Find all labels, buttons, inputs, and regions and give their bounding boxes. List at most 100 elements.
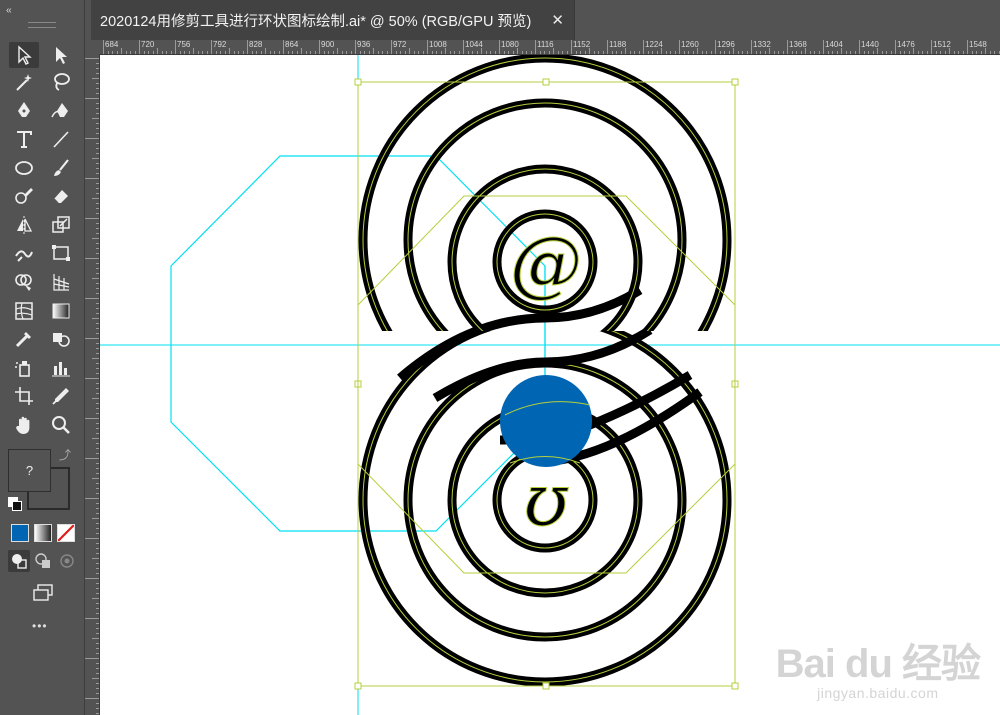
ruler-tick bbox=[96, 168, 99, 169]
ruler-minor-tick bbox=[976, 51, 977, 54]
ruler-minor-tick bbox=[602, 51, 604, 54]
ruler-tick bbox=[96, 273, 99, 274]
ruler-tick bbox=[85, 58, 99, 59]
ruler-tick bbox=[96, 413, 99, 414]
ruler-tick bbox=[85, 218, 99, 219]
symbol-sprayer-tool[interactable] bbox=[9, 355, 39, 381]
warp-tool[interactable] bbox=[9, 240, 39, 266]
resize-handle[interactable] bbox=[542, 682, 550, 690]
document-tab[interactable]: 2020124用修剪工具进行环状图标绘制.ai* @ 50% (RGB/GPU … bbox=[91, 0, 575, 40]
artwork: @ ʊ bbox=[100, 55, 1000, 715]
tools-panel: ‹‹ ? ⤴ ••• bbox=[0, 0, 85, 715]
ruler-major-tick bbox=[859, 40, 860, 54]
ruler-minor-tick bbox=[980, 51, 982, 54]
ruler-minor-tick bbox=[215, 51, 217, 54]
ruler-minor-tick bbox=[881, 51, 883, 54]
collapse-panel-button[interactable]: ‹‹ bbox=[6, 5, 12, 16]
ruler-minor-tick bbox=[944, 51, 946, 54]
draw-inside-button[interactable] bbox=[56, 550, 78, 572]
blue-circle[interactable] bbox=[500, 375, 592, 467]
draw-normal-button[interactable] bbox=[8, 550, 30, 572]
ruler-tick bbox=[96, 68, 99, 69]
artboard-tool[interactable] bbox=[9, 383, 39, 409]
edit-toolbar-button[interactable]: ••• bbox=[32, 619, 48, 633]
ruler-major-tick bbox=[895, 40, 896, 54]
hand-tool[interactable] bbox=[9, 412, 39, 438]
change-screen-mode-button[interactable] bbox=[28, 580, 58, 606]
resize-handle[interactable] bbox=[542, 78, 550, 86]
ruler-minor-tick bbox=[508, 51, 509, 54]
pen-tool[interactable] bbox=[9, 97, 39, 123]
eraser-tool[interactable] bbox=[46, 183, 76, 209]
ruler-tick bbox=[96, 403, 99, 404]
ruler-minor-tick bbox=[922, 51, 923, 54]
resize-handle[interactable] bbox=[354, 682, 362, 690]
ruler-minor-tick bbox=[746, 51, 748, 54]
resize-handle[interactable] bbox=[731, 682, 739, 690]
ruler-minor-tick bbox=[233, 51, 235, 54]
ruler-tick bbox=[96, 313, 99, 314]
symbol-sprayer-icon bbox=[15, 361, 30, 377]
shaper-tool[interactable] bbox=[9, 183, 39, 209]
ruler-tick bbox=[85, 338, 99, 339]
zoom-tool[interactable] bbox=[46, 412, 76, 438]
curvature-tool[interactable] bbox=[46, 97, 76, 123]
perspective-grid-tool[interactable] bbox=[46, 269, 76, 295]
pen-nib-icon bbox=[18, 102, 30, 117]
draw-behind-button[interactable] bbox=[32, 550, 54, 572]
type-tool[interactable] bbox=[9, 126, 39, 152]
ruler-minor-tick bbox=[629, 51, 631, 54]
ruler-tick bbox=[92, 678, 99, 679]
shape-builder-tool[interactable] bbox=[9, 269, 39, 295]
eyedropper-tool[interactable] bbox=[9, 326, 39, 352]
ruler-tick bbox=[96, 463, 99, 464]
top-glyph[interactable]: @ bbox=[510, 221, 583, 306]
ruler-tick bbox=[96, 323, 99, 324]
mesh-tool[interactable] bbox=[9, 298, 39, 324]
ruler-minor-tick bbox=[647, 51, 649, 54]
ruler-minor-tick bbox=[134, 51, 136, 54]
direct-selection-tool[interactable] bbox=[46, 42, 76, 68]
selection-tool[interactable] bbox=[9, 42, 39, 68]
baidu-watermark: Bai du 经验 jingyan.baidu.com bbox=[776, 631, 981, 701]
none-mode-button[interactable] bbox=[57, 524, 75, 542]
close-document-button[interactable]: ✕ bbox=[551, 11, 564, 29]
column-graph-tool[interactable] bbox=[46, 355, 76, 381]
ruler-tick bbox=[96, 353, 99, 354]
horizontal-ruler[interactable]: 684 720 756 792 828 864 900 936 972 1008 1044 1080 1… bbox=[85, 40, 1000, 55]
gradient-tool[interactable] bbox=[46, 298, 76, 324]
ellipse-tool[interactable] bbox=[9, 155, 39, 181]
magic-wand-tool[interactable] bbox=[9, 69, 39, 95]
paintbrush-tool[interactable] bbox=[46, 155, 76, 181]
reflect-tool[interactable] bbox=[9, 212, 39, 238]
free-transform-tool[interactable] bbox=[46, 240, 76, 266]
blend-tool[interactable] bbox=[46, 326, 76, 352]
artboard-canvas[interactable]: @ ʊ Bai du 经验 jingyan.baidu.com bbox=[100, 55, 1000, 715]
vertical-ruler[interactable] bbox=[85, 54, 100, 715]
fill-swatch[interactable]: ? bbox=[8, 449, 51, 492]
ruler-tick bbox=[96, 183, 99, 184]
resize-handle[interactable] bbox=[354, 78, 362, 86]
bottom-glyph[interactable]: ʊ bbox=[523, 458, 569, 543]
lasso-tool[interactable] bbox=[46, 69, 76, 95]
scale-tool[interactable] bbox=[46, 212, 76, 238]
ruler-label: 900 bbox=[321, 40, 335, 49]
ruler-tick bbox=[96, 488, 99, 489]
line-segment-tool[interactable] bbox=[46, 126, 76, 152]
color-mode-button[interactable] bbox=[11, 524, 29, 542]
ruler-tick bbox=[96, 143, 99, 144]
ruler-minor-tick bbox=[539, 51, 541, 54]
ruler-major-tick bbox=[715, 40, 716, 54]
ruler-minor-tick bbox=[904, 51, 905, 54]
ruler-minor-tick bbox=[764, 51, 766, 54]
slice-tool[interactable] bbox=[46, 383, 76, 409]
panel-grip[interactable] bbox=[28, 22, 56, 28]
hand-icon bbox=[16, 416, 30, 434]
resize-handle[interactable] bbox=[731, 78, 739, 86]
default-fill-stroke-icon[interactable] bbox=[8, 497, 22, 511]
ruler-minor-tick bbox=[557, 51, 559, 54]
gradient-mode-button[interactable] bbox=[34, 524, 52, 542]
ruler-major-tick bbox=[823, 40, 824, 54]
swap-fill-stroke-icon[interactable]: ⤴ bbox=[59, 446, 71, 463]
ruler-minor-tick bbox=[638, 51, 640, 54]
